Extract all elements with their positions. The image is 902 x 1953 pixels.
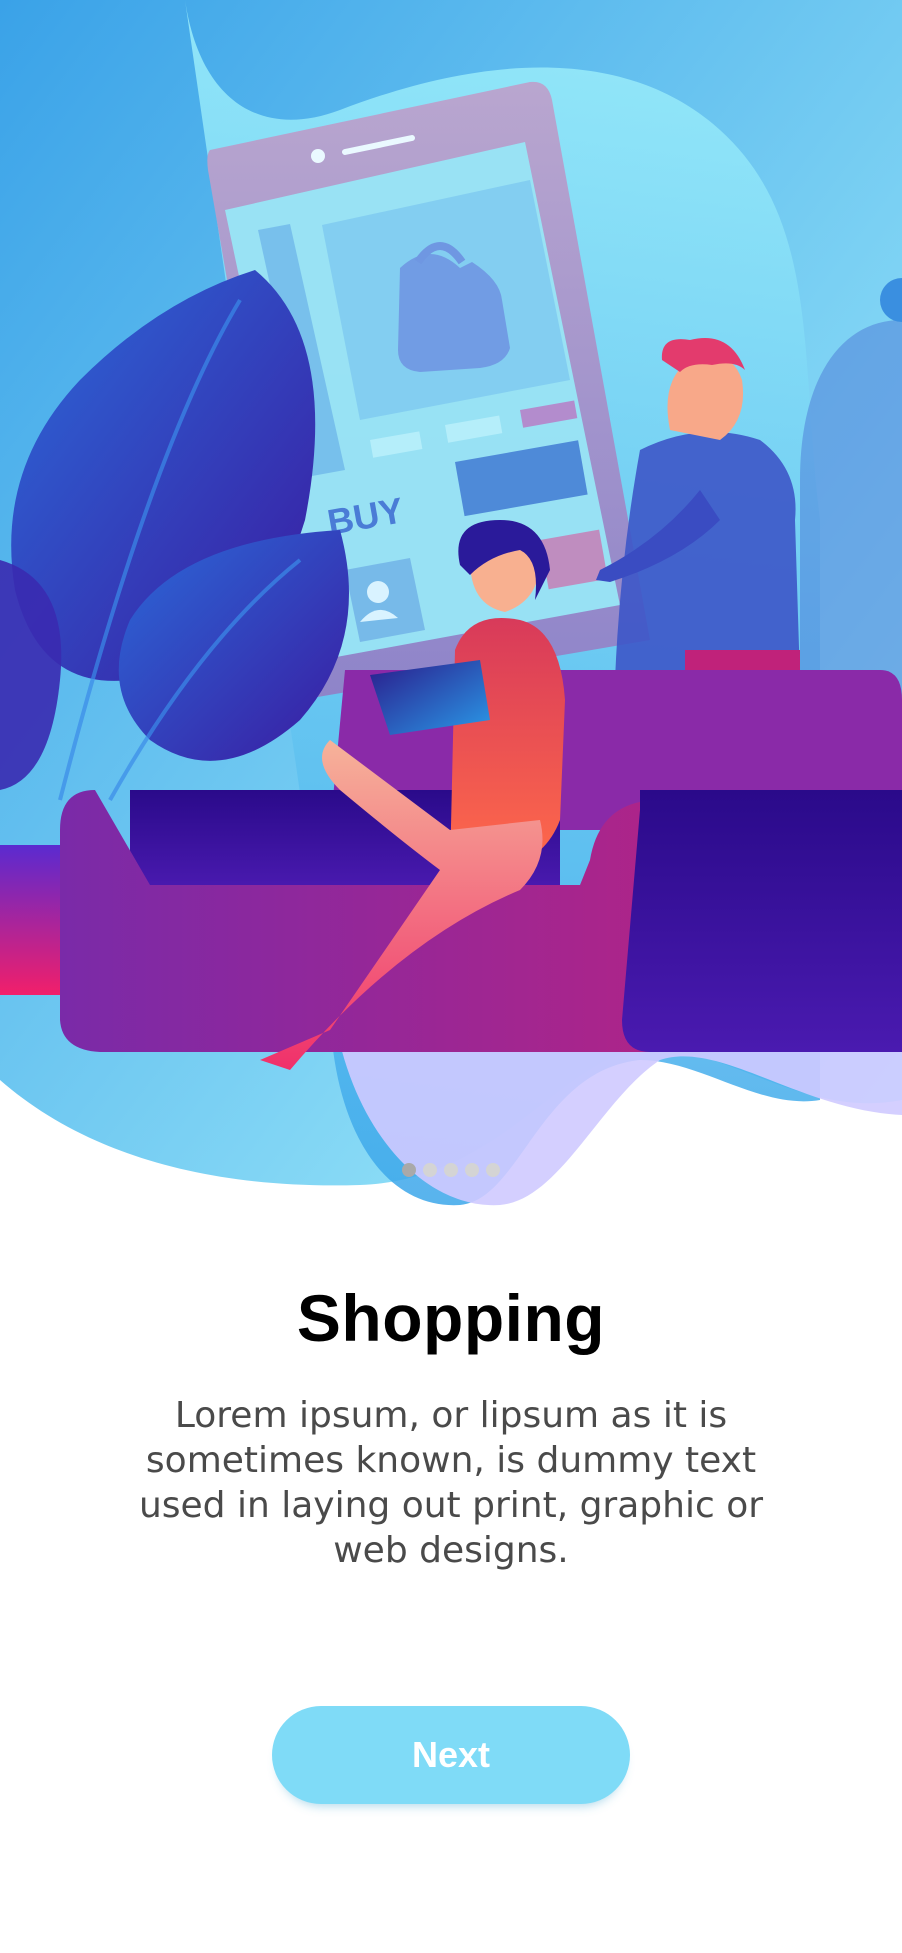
- user-icon: [367, 581, 389, 603]
- onboarding-title: Shopping: [296, 1281, 606, 1355]
- next-button[interactable]: Next: [272, 1706, 630, 1804]
- pagination-dot[interactable]: [465, 1163, 479, 1177]
- onboarding-illustration: BUY: [0, 0, 902, 1220]
- onboarding-description: Lorem ipsum, or lipsum as it is sometime…: [138, 1395, 764, 1571]
- pagination-dot[interactable]: [444, 1163, 458, 1177]
- pagination-dot[interactable]: [402, 1163, 416, 1177]
- pagination-dot[interactable]: [486, 1163, 500, 1177]
- pagination-dot[interactable]: [423, 1163, 437, 1177]
- pagination-dots: [0, 1163, 902, 1177]
